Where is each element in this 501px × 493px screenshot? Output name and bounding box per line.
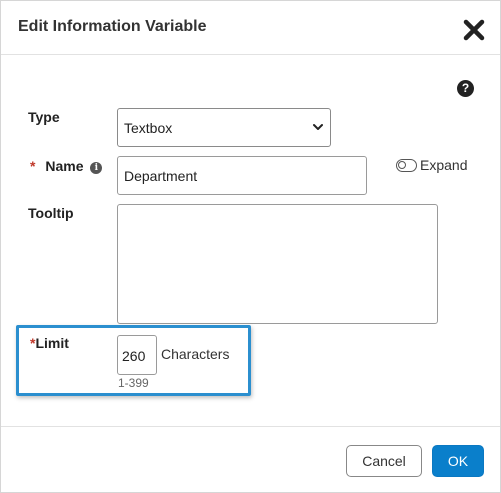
toggle-knob: [398, 161, 406, 169]
edit-information-variable-dialog: Edit Information Variable ? Type Textbox…: [0, 0, 501, 493]
limit-input-value: 260: [122, 348, 146, 364]
cancel-button[interactable]: Cancel: [346, 445, 422, 477]
limit-input[interactable]: 260: [117, 335, 157, 375]
type-label: Type: [28, 109, 60, 125]
footer-divider: [1, 426, 500, 427]
name-input-value: Department: [124, 168, 198, 184]
question-circle-icon[interactable]: ?: [457, 80, 474, 97]
type-select[interactable]: Textbox: [117, 108, 331, 147]
name-label: Name: [45, 158, 84, 174]
limit-range-hint: 1-399: [118, 376, 149, 390]
chevron-down-icon: [313, 124, 323, 130]
expand-label: Expand: [420, 157, 468, 173]
limit-unit: Characters: [161, 346, 230, 362]
info-circle-icon[interactable]: i: [90, 162, 103, 174]
limit-label-group: *Limit: [30, 335, 69, 351]
name-label-group: * Name i: [30, 158, 103, 174]
tooltip-label: Tooltip: [28, 205, 74, 221]
close-icon[interactable]: [463, 19, 485, 41]
name-input[interactable]: Department: [117, 156, 367, 195]
dialog-title: Edit Information Variable: [18, 18, 207, 35]
ok-button[interactable]: OK: [432, 445, 484, 477]
limit-label: Limit: [35, 335, 69, 351]
type-select-value: Textbox: [124, 120, 173, 136]
tooltip-textarea[interactable]: [117, 204, 438, 324]
toggle-off-icon: [396, 159, 417, 172]
required-asterisk: *: [30, 158, 36, 174]
dialog-header: Edit Information Variable: [1, 1, 500, 55]
